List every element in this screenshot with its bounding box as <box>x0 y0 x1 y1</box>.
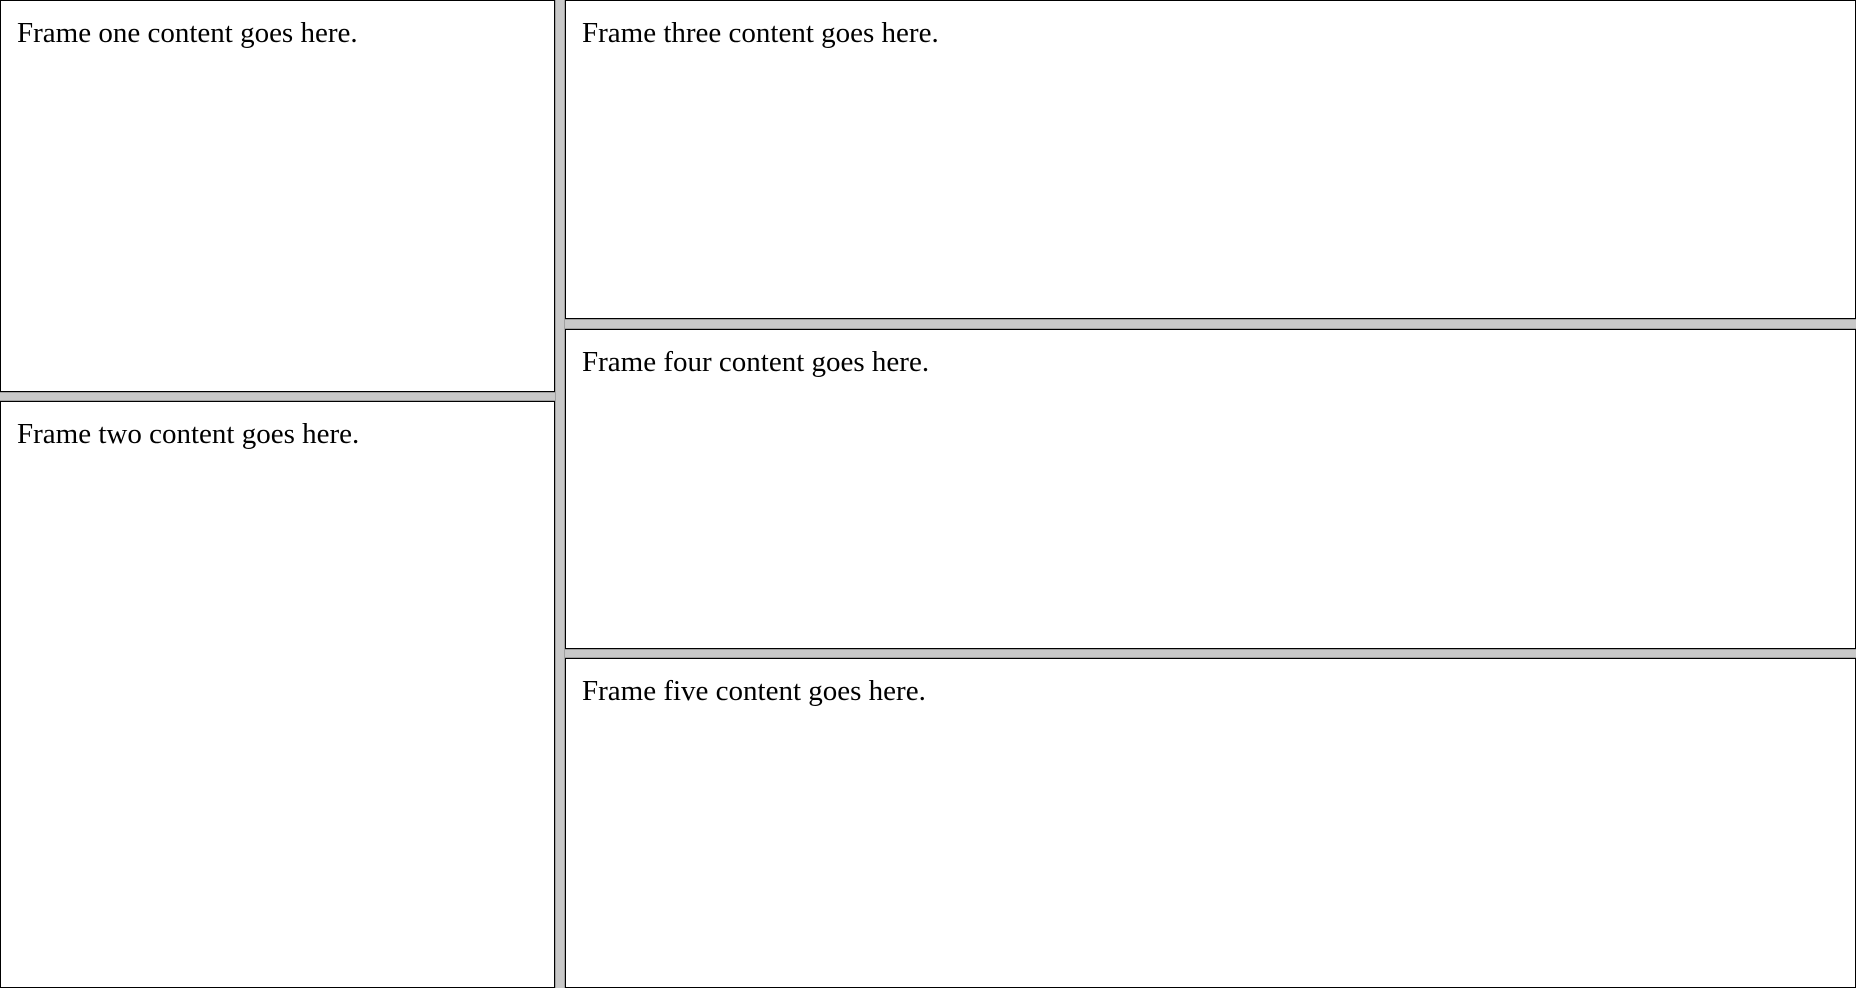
frame-two-content: Frame two content goes here. <box>17 418 360 450</box>
left-horizontal-splitter[interactable] <box>0 392 555 401</box>
frame-two[interactable]: Frame two content goes here. <box>0 401 555 988</box>
frame-five-content: Frame five content goes here. <box>582 675 926 707</box>
frame-one[interactable]: Frame one content goes here. <box>0 0 555 392</box>
frameset: Frame one content goes here. Frame two c… <box>0 0 1856 988</box>
frame-four[interactable]: Frame four content goes here. <box>565 329 1856 649</box>
frame-five[interactable]: Frame five content goes here. <box>565 658 1856 988</box>
right-horizontal-splitter-bottom[interactable] <box>565 649 1856 658</box>
right-horizontal-splitter-top[interactable] <box>565 319 1856 329</box>
frame-one-content: Frame one content goes here. <box>17 17 358 49</box>
frame-four-content: Frame four content goes here. <box>582 346 930 378</box>
frame-three-content: Frame three content goes here. <box>582 17 939 49</box>
vertical-splitter[interactable] <box>555 0 565 988</box>
frame-three[interactable]: Frame three content goes here. <box>565 0 1856 319</box>
